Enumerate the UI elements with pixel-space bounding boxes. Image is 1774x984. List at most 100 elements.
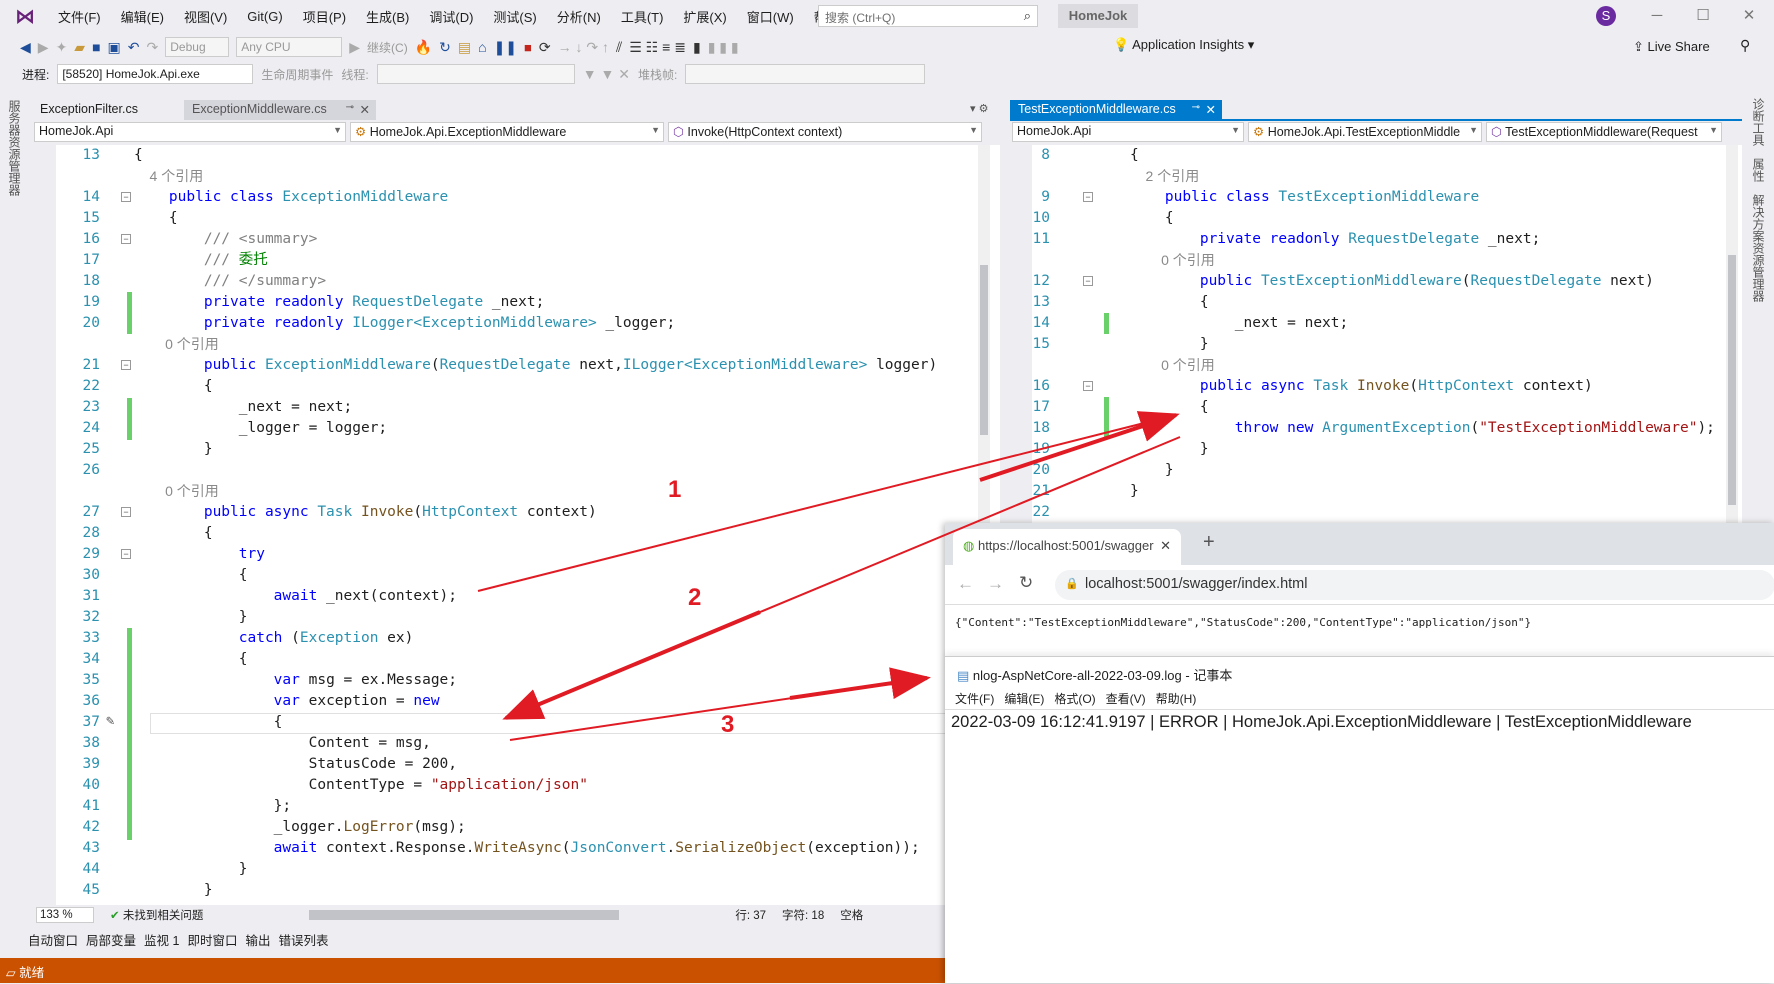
menu-debug[interactable]: 调试(D) xyxy=(419,7,483,26)
properties-tab[interactable]: 属性 xyxy=(1750,158,1767,182)
collapse-icon[interactable]: − xyxy=(121,360,131,370)
forward-icon[interactable]: ▶ xyxy=(38,39,49,56)
pause-icon[interactable]: ❚❚ xyxy=(494,39,517,56)
notepad-text-area[interactable]: 2022-03-09 16:12:41.9197 | ERROR | HomeJ… xyxy=(945,709,1774,984)
right-code-editor[interactable]: 8{ 2 个引用 9− public class TestExceptionMid… xyxy=(1010,145,1742,523)
menu-build[interactable]: 生成(B) xyxy=(356,7,419,26)
reference-count-link[interactable]: 0 个引用 xyxy=(1130,357,1215,373)
menu-edit[interactable]: 编辑(E) xyxy=(111,7,174,26)
menu-analyze[interactable]: 分析(N) xyxy=(547,7,611,26)
close-tab-icon[interactable]: ✕ xyxy=(1206,102,1216,117)
process-select[interactable]: [58520] HomeJok.Api.exe xyxy=(57,64,254,84)
solution-explorer-tab[interactable]: 解决方案资源管理器 xyxy=(1750,194,1767,302)
search-input[interactable]: 搜索 (Ctrl+Q) ⌕ xyxy=(818,5,1038,27)
server-explorer-strip[interactable]: 服务器资源管理器 xyxy=(0,96,28,956)
new-item-icon[interactable]: ✦ xyxy=(56,39,68,56)
tab-error-list[interactable]: 错误列表 xyxy=(279,930,329,949)
back-icon[interactable]: ◀ xyxy=(20,39,31,56)
close-tab-icon[interactable]: ✕ xyxy=(1156,538,1171,554)
stackframe-select[interactable] xyxy=(685,64,926,84)
menu-project[interactable]: 项目(P) xyxy=(293,7,356,26)
forward-icon[interactable]: → xyxy=(987,574,1004,594)
filter-icon[interactable]: ▼ ▼ ✕ xyxy=(583,66,630,83)
breakpoints-icon[interactable]: ⫽ xyxy=(616,39,622,56)
collapse-icon[interactable]: − xyxy=(1083,192,1093,202)
reference-count-link[interactable]: 0 个引用 xyxy=(1130,252,1215,268)
reload-icon[interactable]: ↻ xyxy=(1019,573,1033,593)
member-nav-select[interactable]: ⬡ Invoke(HttpContext context) ▼ xyxy=(668,122,982,142)
menu-file[interactable]: 文件(F) xyxy=(955,690,994,707)
menu-extensions[interactable]: 扩展(X) xyxy=(673,7,736,26)
tab-output[interactable]: 输出 xyxy=(245,930,270,949)
left-code-editor[interactable]: ✎ 13{ 4 个引用 14− public class ExceptionMid… xyxy=(34,145,1000,905)
address-bar[interactable]: 🔒 localhost:5001/swagger/index.html xyxy=(1055,570,1774,600)
collapse-icon[interactable]: − xyxy=(121,549,131,559)
menu-help[interactable]: 帮助(H) xyxy=(1156,690,1197,707)
diagnostic-tools-tab[interactable]: 诊断工具 xyxy=(1750,98,1767,146)
scrollbar-thumb[interactable] xyxy=(1728,255,1736,505)
zoom-select[interactable]: 133 % xyxy=(36,907,94,923)
configuration-select[interactable]: Debug xyxy=(165,37,230,57)
tab-autos[interactable]: 自动窗口 xyxy=(28,930,78,949)
close-tab-icon[interactable]: ✕ xyxy=(360,102,370,117)
menu-git[interactable]: Git(G) xyxy=(237,9,292,24)
horizontal-scrollbar[interactable] xyxy=(309,910,620,920)
menu-tools[interactable]: 工具(T) xyxy=(611,7,674,26)
save-all-icon[interactable]: ▣ xyxy=(108,39,121,56)
back-icon[interactable]: ← xyxy=(957,574,974,594)
tab-locals[interactable]: 局部变量 xyxy=(86,930,136,949)
tab-immediate[interactable]: 即时窗口 xyxy=(187,930,237,949)
bookmark-nav-icon[interactable]: ▮ ▮ ▮ xyxy=(708,39,739,56)
tab-overflow-icon[interactable]: ▾ ⚙ xyxy=(970,102,988,115)
pin-icon[interactable]: ⊸ xyxy=(346,102,354,113)
collapse-icon[interactable]: − xyxy=(121,192,131,202)
restart-icon[interactable]: ↻ xyxy=(439,39,451,56)
stop-icon[interactable]: ■ xyxy=(524,40,532,55)
collapse-icon[interactable]: − xyxy=(121,234,131,244)
tab-exceptionfilter[interactable]: ExceptionFilter.cs xyxy=(32,100,182,120)
vertical-scrollbar[interactable] xyxy=(1726,145,1738,523)
menu-test[interactable]: 测试(S) xyxy=(483,7,546,26)
open-folder-icon[interactable]: ▰ xyxy=(74,39,85,56)
scrollbar-thumb[interactable] xyxy=(980,265,988,435)
feedback-icon[interactable]: ⚲ xyxy=(1740,37,1750,54)
new-tab-button[interactable]: + xyxy=(1203,531,1215,554)
browser-tab[interactable]: ◍ https://localhost:5001/swagger ✕ xyxy=(953,529,1181,565)
save-icon[interactable]: ■ xyxy=(92,39,100,55)
pin-icon[interactable]: ⊸ xyxy=(1192,102,1200,113)
tab-exceptionmiddleware[interactable]: ExceptionMiddleware.cs ⊸ ✕ xyxy=(184,100,376,120)
tab-testexceptionmiddleware[interactable]: TestExceptionMiddleware.cs ⊸ ✕ xyxy=(1010,100,1222,120)
menu-window[interactable]: 窗口(W) xyxy=(737,7,804,26)
live-share-button[interactable]: ⇪ Live Share xyxy=(1633,39,1710,55)
menu-view[interactable]: 视图(V) xyxy=(174,7,237,26)
collapse-icon[interactable]: − xyxy=(1083,276,1093,286)
bookmark-icon[interactable]: ▮ xyxy=(693,39,701,56)
maximize-button[interactable]: ☐ xyxy=(1688,4,1718,28)
minimize-button[interactable]: ─ xyxy=(1642,4,1672,28)
hot-reload-icon[interactable]: 🔥 xyxy=(415,39,432,56)
project-nav-select[interactable]: HomeJok.Api ▼ xyxy=(34,122,346,142)
redo-icon[interactable]: ↷ xyxy=(147,39,159,56)
step-over-icon[interactable]: → ↓ ↷ ↑ xyxy=(558,39,609,56)
continue-button[interactable]: 继续(C) xyxy=(367,39,408,56)
screenshot-icon[interactable]: ⌂ xyxy=(478,39,486,55)
close-button[interactable]: ✕ xyxy=(1734,4,1764,28)
type-nav-select[interactable]: ⚙ HomeJok.Api.TestExceptionMiddle ▼ xyxy=(1248,122,1482,142)
type-nav-select[interactable]: ⚙ HomeJok.Api.ExceptionMiddleware ▼ xyxy=(350,122,664,142)
thread-select[interactable] xyxy=(376,64,575,84)
platform-select[interactable]: Any CPU xyxy=(236,37,343,57)
reference-count-link[interactable]: 0 个引用 xyxy=(134,336,219,352)
server-explorer-tab[interactable]: 服务器资源管理器 xyxy=(6,100,23,196)
undo-icon[interactable]: ↶ xyxy=(128,39,140,56)
avatar[interactable]: S xyxy=(1596,6,1616,26)
reference-count-link[interactable]: 4 个引用 xyxy=(134,168,204,184)
tab-watch[interactable]: 监视 1 xyxy=(144,930,179,949)
collapse-icon[interactable]: − xyxy=(1083,381,1093,391)
lifecycle-events-button[interactable]: 生命周期事件 xyxy=(261,66,333,83)
collapse-icon[interactable]: − xyxy=(121,507,131,517)
restart-debug-icon[interactable]: ⟳ xyxy=(539,39,551,56)
menu-file[interactable]: 文件(F) xyxy=(48,7,111,26)
find-in-files-icon[interactable]: ▤ xyxy=(458,39,471,56)
indent-icon[interactable]: ☰ ☷ ≡ ≣ xyxy=(629,39,686,56)
member-nav-select[interactable]: ⬡ TestExceptionMiddleware(Request ▼ xyxy=(1486,122,1722,142)
